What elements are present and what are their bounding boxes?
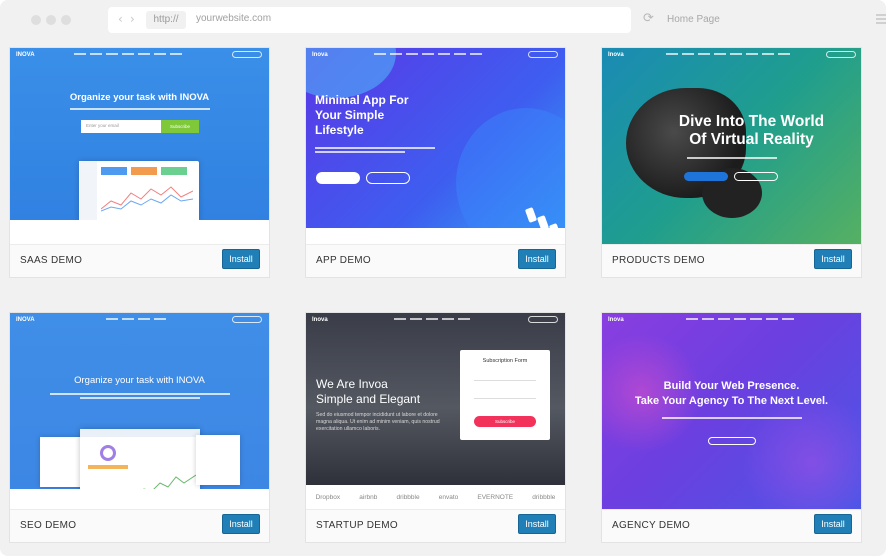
- window-dot-maximize[interactable]: [61, 15, 71, 25]
- app-preview[interactable]: Inova Minimal App For Your Simple Lifest…: [306, 48, 565, 244]
- brand-logo: dribbble: [532, 493, 556, 501]
- startup-logo: Inova: [312, 317, 328, 323]
- agency-cta-button[interactable]: [708, 437, 756, 445]
- seo-logo: INOVA: [16, 317, 35, 323]
- demo-card-app: Inova Minimal App For Your Simple Lifest…: [305, 47, 566, 278]
- startup-preview[interactable]: Inova We Are Invoa Simple and Elegant Se…: [306, 313, 565, 509]
- brand-logos: Dropbox airbnb dribbble envato EVERNOTE …: [306, 489, 565, 505]
- menu-icon[interactable]: [876, 14, 886, 26]
- seo-headline: Organize your task with INOVA: [74, 375, 205, 386]
- card-footer: SEO DEMO Install: [10, 509, 269, 542]
- app-secondary-button[interactable]: [366, 172, 410, 184]
- card-footer: AGENCY DEMO Install: [602, 509, 861, 542]
- startup-body-text: Sed do eiusmod tempor incididunt ut labo…: [316, 412, 440, 432]
- products-secondary-button[interactable]: [734, 172, 778, 181]
- demo-title: SEO DEMO: [20, 520, 77, 531]
- app-headline-1: Minimal App For: [315, 93, 409, 107]
- demo-title: STARTUP DEMO: [316, 520, 398, 531]
- card-footer: STARTUP DEMO Install: [306, 509, 565, 542]
- app-logo: Inova: [312, 52, 328, 58]
- brand-logo: airbnb: [359, 493, 378, 501]
- subscription-form-title: Subscription Form: [482, 358, 528, 364]
- agency-logo: Inova: [608, 317, 624, 323]
- products-primary-button[interactable]: [684, 172, 728, 181]
- url-text[interactable]: yourwebsite.com: [196, 13, 271, 24]
- agency-headline-2: Take Your Agency To The Next Level.: [634, 395, 829, 407]
- brand-logo: envato: [438, 493, 459, 501]
- products-headline-2: Of Virtual Reality: [689, 131, 814, 148]
- install-button-products[interactable]: Install: [814, 249, 852, 269]
- address-bar[interactable]: ‹ › http:// yourwebsite.com: [108, 7, 631, 33]
- card-footer: APP DEMO Install: [306, 244, 565, 277]
- brand-logo: dribbble: [396, 493, 420, 501]
- back-icon[interactable]: ‹: [118, 12, 123, 26]
- brand-logo: EVERNOTE: [477, 493, 514, 501]
- card-footer: PRODUCTS DEMO Install: [602, 244, 861, 277]
- forward-icon[interactable]: ›: [130, 12, 135, 26]
- agency-headline-1: Build Your Web Presence.: [663, 380, 800, 392]
- install-button-seo[interactable]: Install: [222, 514, 260, 534]
- window-dot-minimize[interactable]: [46, 15, 56, 25]
- demo-card-saas: INOVA Organize your task with INOVA Ente…: [9, 47, 270, 278]
- install-button-agency[interactable]: Install: [814, 514, 852, 534]
- saas-dashboard-mock: [79, 161, 199, 223]
- demo-card-seo: INOVA Organize your task with INOVA SEO …: [9, 312, 270, 543]
- demo-card-agency: Inova Build Your Web Presence. Take Your…: [601, 312, 862, 543]
- protocol-label: http://: [146, 11, 186, 29]
- products-headline-1: Dive Into The World: [678, 113, 825, 130]
- startup-headline-2: Simple and Elegant: [316, 392, 421, 406]
- products-logo: Inova: [608, 52, 624, 58]
- window-dot-close[interactable]: [31, 15, 41, 25]
- products-preview[interactable]: Inova Dive Into The World Of Virtual Rea…: [602, 48, 861, 244]
- install-button-app[interactable]: Install: [518, 249, 556, 269]
- app-headline-3: Lifestyle: [315, 123, 364, 137]
- demo-title: SAAS DEMO: [20, 255, 83, 266]
- demo-title: APP DEMO: [316, 255, 372, 266]
- demo-card-products: Inova Dive Into The World Of Virtual Rea…: [601, 47, 862, 278]
- home-page-link[interactable]: Home Page: [667, 14, 720, 25]
- saas-subscribe-button[interactable]: Subscribe: [161, 120, 199, 133]
- saas-logo: INOVA: [16, 52, 35, 58]
- seo-preview[interactable]: INOVA Organize your task with INOVA: [10, 313, 269, 509]
- agency-preview[interactable]: Inova Build Your Web Presence. Take Your…: [602, 313, 861, 509]
- app-primary-button[interactable]: [316, 172, 360, 184]
- install-button-saas[interactable]: Install: [222, 249, 260, 269]
- saas-preview[interactable]: INOVA Organize your task with INOVA Ente…: [10, 48, 269, 244]
- startup-headline-1: We Are Invoa: [316, 377, 388, 391]
- demo-title: PRODUCTS DEMO: [612, 255, 705, 266]
- brand-logo: Dropbox: [315, 493, 341, 501]
- card-footer: SAAS DEMO Install: [10, 244, 269, 277]
- browser-window: ‹ › http:// yourwebsite.com ⟳ Home Page …: [0, 0, 886, 556]
- app-headline-2: Your Simple: [315, 108, 385, 122]
- subscription-form: Subscription Form Subscribe: [460, 350, 550, 440]
- reload-icon[interactable]: ⟳: [643, 11, 654, 26]
- subscription-form-button[interactable]: Subscribe: [474, 416, 536, 427]
- saas-headline: Organize your task with INOVA: [69, 92, 210, 103]
- install-button-startup[interactable]: Install: [518, 514, 556, 534]
- saas-email-input[interactable]: Enter your email: [81, 120, 161, 133]
- browser-toolbar: ‹ › http:// yourwebsite.com ⟳ Home Page: [0, 0, 886, 40]
- demo-title: AGENCY DEMO: [612, 520, 691, 531]
- demo-card-startup: Inova We Are Invoa Simple and Elegant Se…: [305, 312, 566, 543]
